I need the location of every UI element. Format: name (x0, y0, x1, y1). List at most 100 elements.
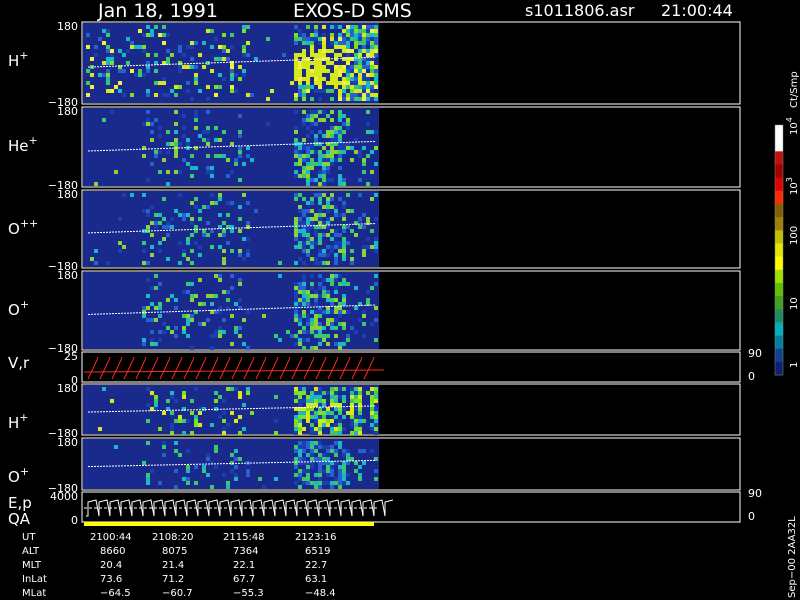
spectrogram-cell (318, 253, 322, 257)
spectrogram-cell (166, 326, 170, 330)
spectrogram-cell (154, 395, 158, 399)
spectrogram-cell (354, 45, 358, 49)
spectrogram-cell (306, 61, 310, 65)
spectrogram-cell (230, 314, 234, 318)
spectrogram-cell (294, 25, 298, 29)
spectrogram-cell (318, 282, 322, 286)
spectrogram-cell (322, 290, 326, 294)
spectrogram-cell (318, 49, 322, 53)
spectrogram-cell (298, 193, 302, 197)
spectrogram-cell (318, 130, 322, 134)
spectrogram-cell (370, 411, 374, 415)
spectrogram-cell (342, 294, 346, 298)
spectrogram-cell (370, 387, 374, 391)
spectrogram-cell (274, 334, 278, 338)
instrument-title: EXOS-D SMS (293, 0, 412, 22)
spectrogram-cell (322, 415, 326, 419)
spectrogram-cell (374, 477, 378, 481)
spectrogram-cell (322, 146, 326, 150)
spectrogram-cell (318, 174, 322, 178)
spectrogram-cell (354, 419, 358, 423)
spectrogram-cell (158, 249, 162, 253)
spectrogram-cell (142, 306, 146, 310)
spectrogram-cell (146, 209, 150, 213)
spectrogram-cell (294, 298, 298, 302)
spectrogram-cell (318, 249, 322, 253)
spectrogram-cell (302, 65, 306, 69)
spectrogram-cell (138, 29, 142, 33)
spectrogram-cell (374, 81, 378, 85)
spectrogram-cell (342, 213, 346, 217)
spectrogram-cell (302, 427, 306, 431)
spectrogram-cell (246, 25, 250, 29)
spectrogram-cell (290, 334, 294, 338)
spectrogram-cell (334, 290, 338, 294)
spectrogram-cell (314, 290, 318, 294)
spectrogram-cell (362, 213, 366, 217)
spectrogram-cell (150, 245, 154, 249)
spectrogram-cell (322, 213, 326, 217)
spectrogram-cell (250, 411, 254, 415)
spectrogram-cell (374, 318, 378, 322)
spectrogram-cell (226, 423, 230, 427)
spectrogram-cell (318, 53, 322, 57)
spectrogram-cell (318, 322, 322, 326)
spectrogram-cell (294, 427, 298, 431)
spectrogram-cell (190, 154, 194, 158)
spectrogram-cell (318, 403, 322, 407)
spectrogram-cell (346, 61, 350, 65)
spectrogram-cell (334, 326, 338, 330)
spectrogram-cell (154, 93, 158, 97)
spectrogram-cell (346, 122, 350, 126)
spectrogram-cell (306, 253, 310, 257)
spectrogram-cell (342, 65, 346, 69)
spectrogram-cell (314, 387, 318, 391)
spectrogram-cell (314, 213, 318, 217)
spectrogram-cell (322, 49, 326, 53)
spectrogram-cell (166, 225, 170, 229)
footer-cell: 22.7 (305, 560, 327, 571)
spectrogram-cell (326, 166, 330, 170)
spectrogram-cell (182, 326, 186, 330)
spectrogram-cell (110, 399, 114, 403)
spectrogram-cell (342, 77, 346, 81)
spectrogram-cell (186, 213, 190, 217)
spectrogram-cell (318, 469, 322, 473)
spectrogram-cell (218, 233, 222, 237)
spectrogram-cell (362, 245, 366, 249)
spectrogram-cell (222, 318, 226, 322)
spectrogram-cell (170, 53, 174, 57)
spectrogram-cell (294, 61, 298, 65)
spectrogram-cell (306, 182, 310, 186)
spectrogram-cell (158, 33, 162, 37)
spectrogram-cell (350, 257, 354, 261)
spectrogram-cell (234, 457, 238, 461)
panels-group: H+180−180He+180−180O++180−180O+180−180V,… (8, 20, 762, 528)
spectrogram-cell (370, 73, 374, 77)
spectrogram-cell (334, 431, 338, 435)
spectrogram-cell (318, 142, 322, 146)
spectrogram-cell (298, 445, 302, 449)
footer-cell: 2123:16 (295, 532, 337, 543)
spectrogram-cell (370, 399, 374, 403)
spectrogram-cell (362, 25, 366, 29)
spectrogram-cell (294, 302, 298, 306)
spectrogram-cell (146, 93, 150, 97)
spectrogram-cell (302, 302, 306, 306)
spectrogram-cell (358, 85, 362, 89)
spectrogram-cell (342, 49, 346, 53)
spectrogram-cell (306, 146, 310, 150)
spectrogram-cell (278, 274, 282, 278)
spectrogram-cell (374, 431, 378, 435)
spectrogram-cell (214, 330, 218, 334)
spectrogram-cell (218, 193, 222, 197)
spectrogram-cell (322, 110, 326, 114)
spectrogram-cell (350, 209, 354, 213)
spectrogram-cell (322, 278, 326, 282)
spectrogram-cell (230, 45, 234, 49)
spectrogram-cell (318, 294, 322, 298)
spectrogram-cell (306, 481, 310, 485)
spectrogram-cell (342, 473, 346, 477)
spectrogram-cell (230, 387, 234, 391)
spectrogram-cell (294, 399, 298, 403)
